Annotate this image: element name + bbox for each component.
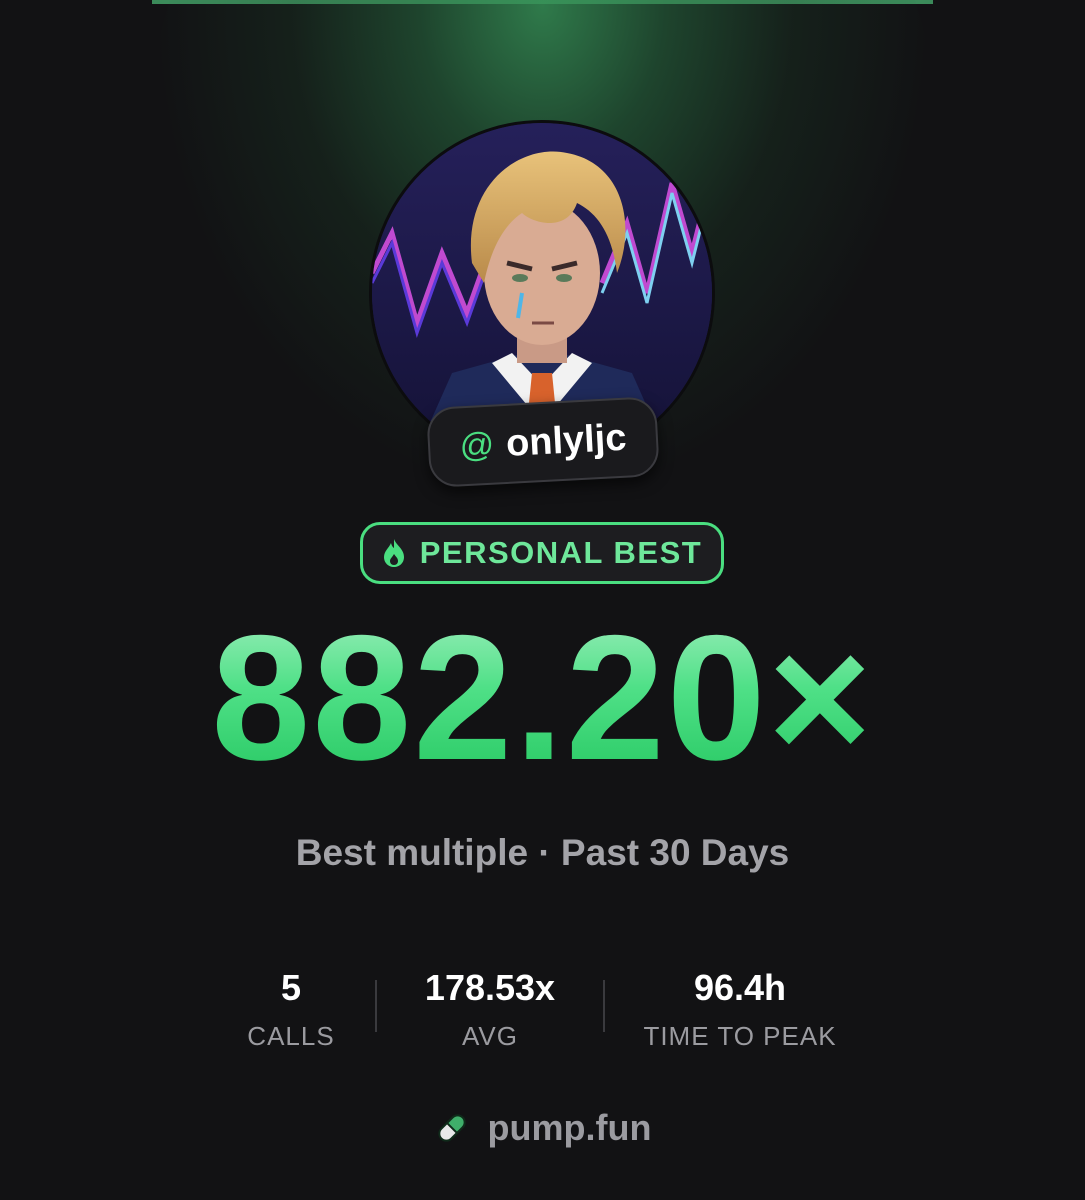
stat-label: AVG xyxy=(462,1021,518,1051)
stats-row: 5 CALLS 178.53x AVG 96.4h TIME TO PEAK xyxy=(0,960,1085,1060)
footer-brand-label: pump.fun xyxy=(487,1107,652,1148)
handle-at-symbol: @ xyxy=(458,425,496,465)
stat-divider xyxy=(375,980,377,1032)
stat-label: CALLS xyxy=(247,1021,335,1051)
personal-best-badge: PERSONAL BEST xyxy=(360,522,724,584)
badge-label: PERSONAL BEST xyxy=(419,535,703,570)
handle-pill: @ onlyljc xyxy=(426,396,660,488)
stat-avg: 178.53x AVG xyxy=(390,960,590,1056)
pill-icon xyxy=(437,1114,466,1142)
stat-label: TIME TO PEAK xyxy=(643,1021,837,1051)
footer-brand: pump.fun xyxy=(0,1100,1085,1156)
flame-icon xyxy=(383,539,404,567)
stat-divider xyxy=(603,980,605,1032)
stat-calls: 5 CALLS xyxy=(191,960,391,1056)
best-multiple-subtitle: Best multiple · Past 30 Days xyxy=(295,832,790,873)
stat-time-to-peak: 96.4h TIME TO PEAK xyxy=(620,960,860,1056)
stat-value: 5 xyxy=(280,967,302,1008)
stat-value: 96.4h xyxy=(693,967,787,1008)
best-multiple-value: 882.20× xyxy=(0,598,1085,798)
handle-name: onlyljc xyxy=(504,416,628,465)
stat-value: 178.53x xyxy=(424,967,556,1008)
share-card: @ onlyljc PERSONAL BEST 882.20× Best mul… xyxy=(0,0,1085,1200)
